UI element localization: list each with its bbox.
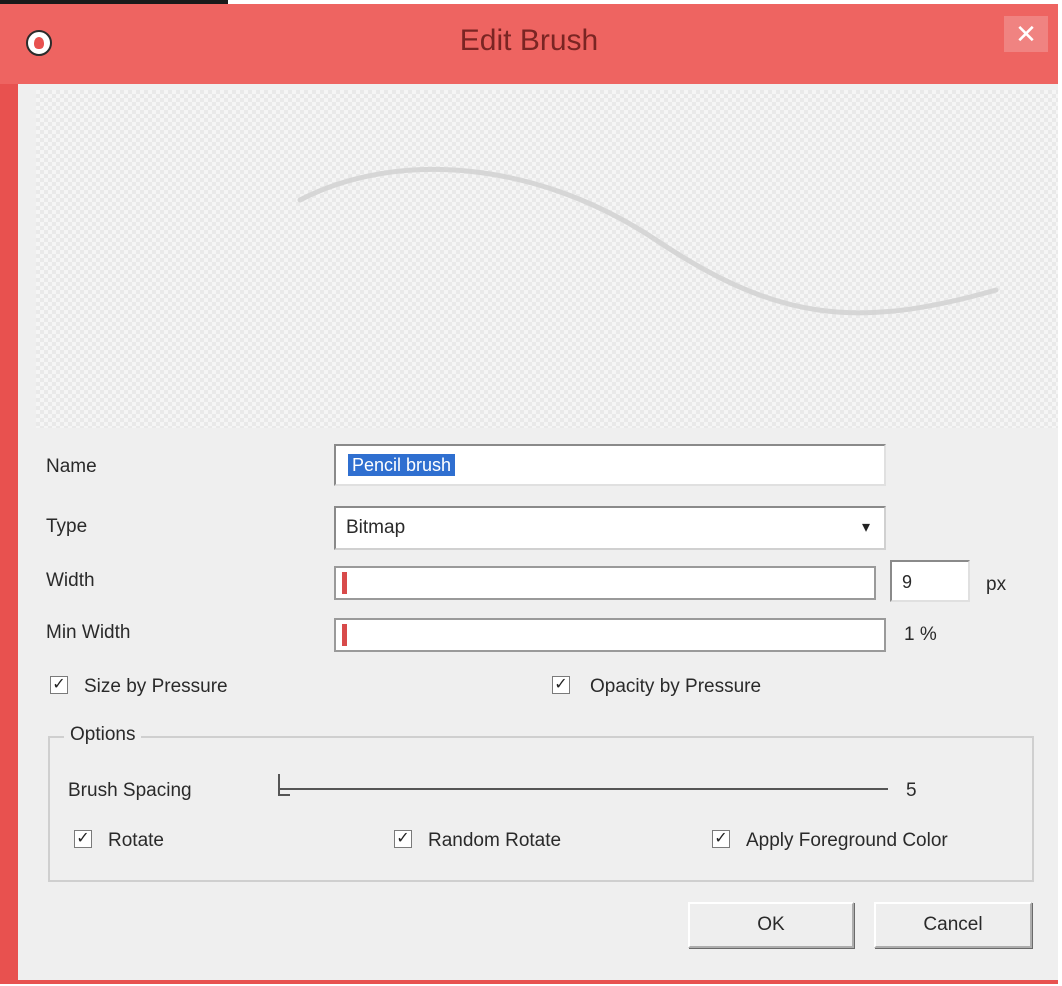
cancel-button[interactable]: Cancel <box>874 902 1032 948</box>
options-group <box>48 736 1034 882</box>
width-value: 9 <box>902 572 913 592</box>
dialog-client-area: Name Pencil brush Type Bitmap ▾ Width 9 … <box>18 84 1058 980</box>
edit-brush-dialog: Edit Brush ✕ Name Pencil brush Type Bitm… <box>0 4 1058 984</box>
opacity-by-pressure-label: Opacity by Pressure <box>590 676 762 697</box>
brush-spacing-slider-thumb[interactable] <box>278 774 290 796</box>
brush-spacing-value: 5 <box>906 780 917 801</box>
width-slider-fill <box>342 572 347 594</box>
check-icon: ✓ <box>76 830 90 847</box>
brush-spacing-label: Brush Spacing <box>68 780 192 801</box>
random-rotate-checkbox[interactable]: ✓ <box>394 830 412 848</box>
name-input-value: Pencil brush <box>348 454 456 476</box>
apply-foreground-color-label: Apply Foreground Color <box>746 830 948 851</box>
title-bar[interactable]: Edit Brush ✕ <box>0 4 1058 84</box>
type-label: Type <box>46 516 88 537</box>
type-dropdown[interactable]: Bitmap ▾ <box>334 506 886 550</box>
chevron-down-icon[interactable]: ▾ <box>852 514 880 542</box>
type-dropdown-value: Bitmap <box>346 517 406 538</box>
width-label: Width <box>46 570 95 591</box>
check-icon: ✓ <box>714 830 728 847</box>
width-value-input[interactable]: 9 <box>890 560 970 602</box>
min-width-slider-fill <box>342 624 347 646</box>
brush-preview-svg <box>297 166 999 316</box>
min-width-label: Min Width <box>46 622 131 643</box>
brush-preview-stroke <box>297 166 999 316</box>
size-by-pressure-label: Size by Pressure <box>84 676 228 697</box>
opacity-by-pressure-checkbox[interactable]: ✓ <box>552 676 570 694</box>
options-group-title: Options <box>64 724 142 746</box>
dialog-title: Edit Brush <box>459 24 599 57</box>
width-unit-label: px <box>986 574 1007 595</box>
name-label: Name <box>46 456 97 477</box>
ok-button[interactable]: OK <box>688 902 854 948</box>
apply-foreground-color-checkbox[interactable]: ✓ <box>712 830 730 848</box>
brush-spacing-slider-track[interactable] <box>278 788 888 790</box>
rotate-checkbox[interactable]: ✓ <box>74 830 92 848</box>
check-icon: ✓ <box>52 676 66 693</box>
name-input[interactable]: Pencil brush <box>334 444 886 486</box>
close-button[interactable]: ✕ <box>1004 16 1048 52</box>
check-icon: ✓ <box>396 830 410 847</box>
width-slider[interactable] <box>334 566 876 600</box>
brush-preview-canvas <box>36 90 1058 428</box>
random-rotate-label: Random Rotate <box>428 830 562 851</box>
min-width-value: 1 % <box>904 624 937 645</box>
min-width-slider[interactable] <box>334 618 886 652</box>
size-by-pressure-checkbox[interactable]: ✓ <box>50 676 68 694</box>
rotate-label: Rotate <box>108 830 164 851</box>
check-icon: ✓ <box>554 676 568 693</box>
